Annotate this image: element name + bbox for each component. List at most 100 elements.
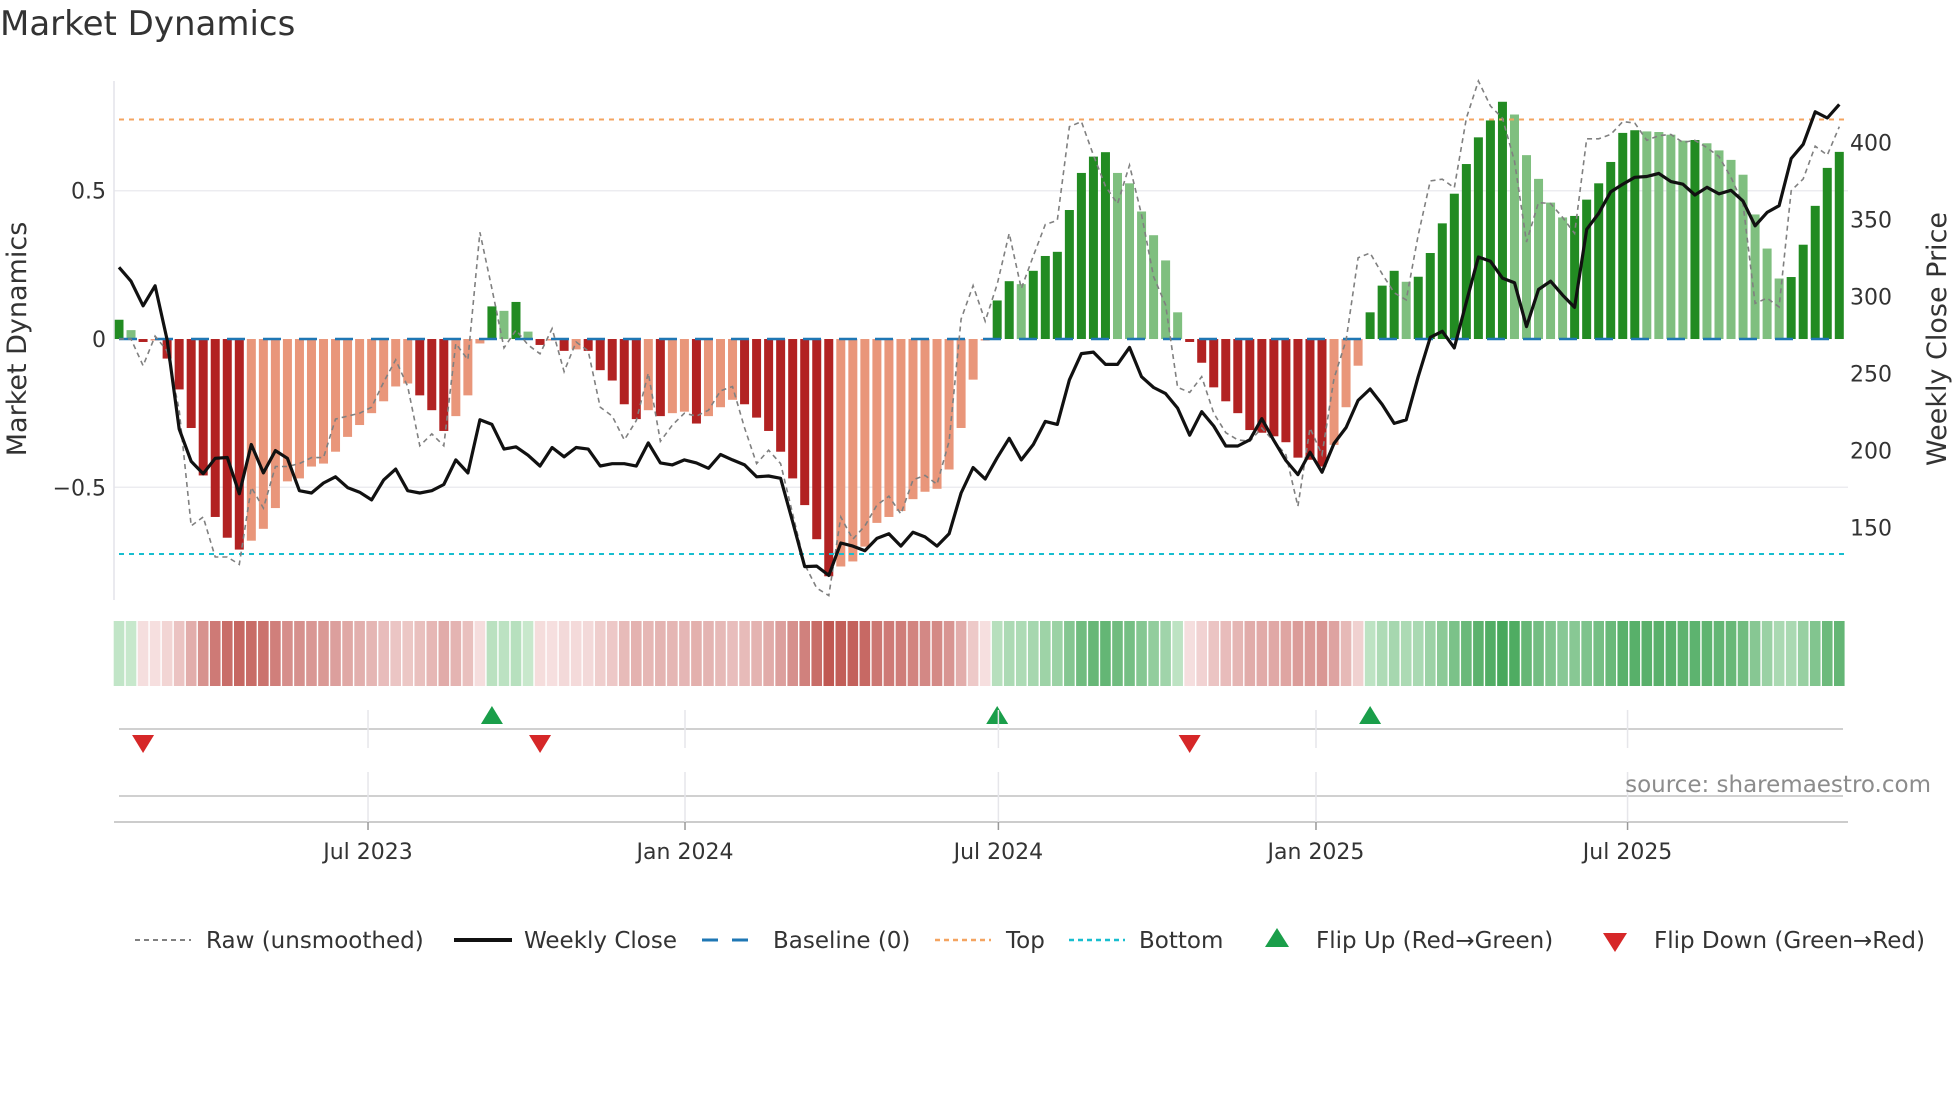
smoothed-bar [764, 339, 774, 431]
smoothed-bar [1016, 284, 1026, 340]
heat-cell [1473, 621, 1484, 686]
right-tick-label: 200 [1850, 440, 1892, 465]
flip-down-icon [1603, 933, 1627, 952]
heat-cell [209, 621, 221, 686]
heat-cell [931, 621, 943, 686]
legend: Raw (unsmoothed) Weekly Close Baseline (0)… [135, 928, 1925, 954]
heat-cell [1725, 621, 1737, 686]
left-tick-label: −0.5 [53, 476, 106, 501]
smoothed-bar [944, 339, 954, 470]
heat-cell [258, 621, 269, 686]
heat-cell [727, 621, 738, 686]
heat-cell [1196, 621, 1207, 686]
heat-cell [342, 621, 353, 686]
smoothed-bar [1654, 132, 1664, 340]
heat-cell [618, 621, 630, 686]
smoothed-bar [1209, 339, 1219, 388]
heat-cell [474, 621, 486, 686]
smoothed-bar [1497, 101, 1507, 340]
heat-cell [282, 621, 293, 686]
heat-cell [739, 621, 750, 686]
heat-cell [1521, 621, 1532, 686]
smoothed-bar [258, 339, 268, 529]
heat-cell [1809, 621, 1821, 686]
smoothed-bar [1161, 260, 1171, 340]
smoothed-bar [306, 339, 316, 467]
heat-cell [1124, 621, 1135, 686]
heat-cell [1376, 621, 1388, 686]
smoothed-bar [752, 339, 762, 418]
heat-cell [667, 621, 678, 686]
smoothed-bar [667, 339, 677, 414]
right-tick-label: 350 [1850, 209, 1892, 234]
heat-cell [1677, 621, 1689, 686]
smoothed-bar [126, 330, 136, 340]
heat-cell [498, 621, 510, 686]
heat-cell [173, 621, 185, 686]
heat-cell [1701, 621, 1713, 686]
smoothed-bar [1233, 339, 1243, 414]
smoothed-bar [294, 339, 304, 479]
x-tick-label: Jan 2025 [1266, 840, 1365, 865]
heat-cell [1545, 621, 1556, 686]
flip-markers [119, 706, 1843, 797]
right-tick-label: 400 [1850, 132, 1892, 157]
legend-item-flip-down: Flip Down (Green→Red) [1603, 928, 1925, 954]
heat-cell [221, 621, 233, 686]
heat-cell [1232, 621, 1244, 686]
smoothed-bar [1100, 152, 1110, 340]
smoothed-bar [1449, 193, 1459, 340]
smoothed-bar [1509, 114, 1519, 340]
heat-cell [1713, 621, 1725, 686]
smoothed-bar [1834, 151, 1844, 340]
x-axis: Jul 2023 Jan 2024 Jul 2024 Jan 2025 Jul 2025 [114, 710, 1848, 865]
smoothed-bar [1485, 120, 1495, 340]
heat-cell [558, 621, 570, 686]
heat-cell [522, 621, 534, 686]
legend-label: Flip Down (Green→Red) [1654, 928, 1925, 954]
smoothed-bar [1389, 270, 1399, 340]
flip-down-marker [1178, 735, 1201, 753]
heat-cell [510, 621, 522, 686]
legend-label: Flip Up (Red→Green) [1316, 928, 1553, 954]
heat-cell [1737, 621, 1749, 686]
heat-cell [1027, 621, 1039, 686]
heat-strip [113, 621, 1845, 686]
smoothed-bar [559, 339, 569, 351]
smoothed-bar [595, 339, 605, 371]
heat-cell [1581, 621, 1592, 686]
smoothed-bar [535, 339, 545, 345]
smoothed-bar [932, 339, 942, 489]
smoothed-bar [968, 339, 978, 380]
flip-up-marker [986, 706, 1009, 724]
heat-cell [1076, 621, 1087, 686]
smoothed-bar [1149, 235, 1159, 340]
left-tick-label: 0.5 [71, 180, 106, 205]
heat-cell [1605, 621, 1617, 686]
heat-cell [246, 621, 257, 686]
heat-cell [570, 621, 582, 686]
heat-cell [895, 621, 907, 686]
heat-cell [318, 621, 329, 686]
heat-cell [823, 621, 835, 686]
heat-cell [125, 621, 137, 686]
smoothed-bar [920, 339, 930, 492]
heat-cell [1136, 621, 1147, 686]
heat-cell [1773, 621, 1785, 686]
heat-cell [486, 621, 498, 686]
smoothed-bar [186, 339, 196, 428]
heat-cell [679, 621, 690, 686]
heat-cell [149, 621, 161, 686]
heat-cell [1400, 621, 1412, 686]
smoothed-bar [1630, 130, 1640, 340]
heat-cell [751, 621, 762, 686]
heat-cell [1509, 621, 1520, 686]
heat-cell [630, 621, 642, 686]
smoothed-bar [908, 339, 918, 500]
heat-cell [438, 621, 450, 686]
smoothed-bar [1173, 312, 1183, 340]
legend-label: Top [1005, 928, 1045, 954]
heat-cell [185, 621, 197, 686]
heat-cell [1244, 621, 1256, 686]
heat-cell [919, 621, 931, 686]
